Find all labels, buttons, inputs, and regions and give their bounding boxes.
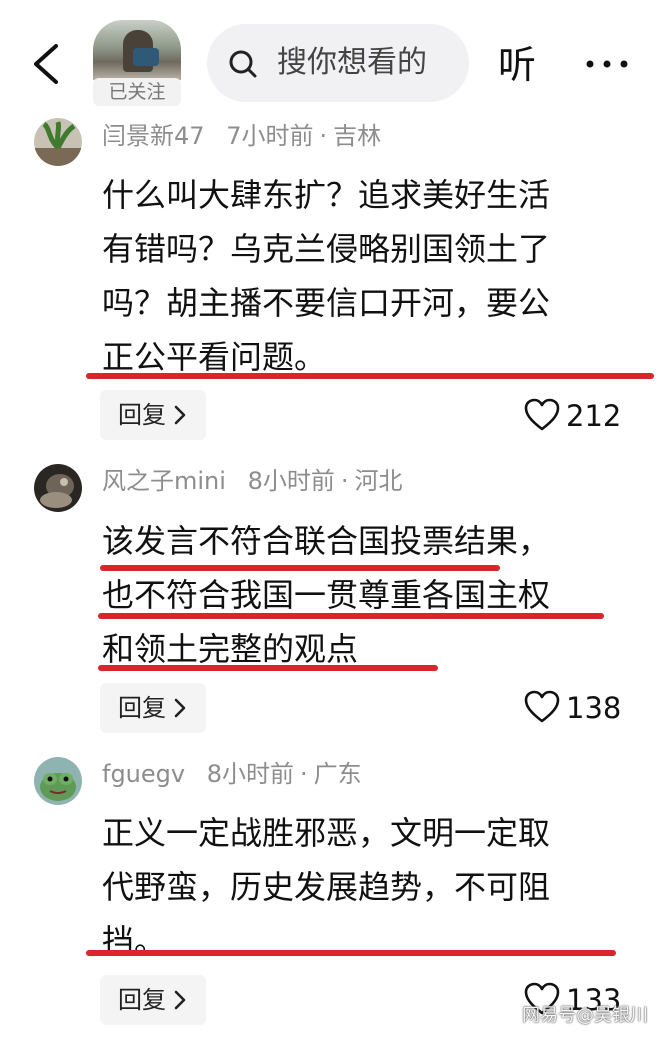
timestamp: 7小时前 [226, 122, 314, 150]
comment-body: 正义一定战胜邪恶，文明一定取 代野蛮，历史发展趋势，不可阻 挡。 [102, 806, 622, 968]
username[interactable]: fguegv [102, 760, 185, 788]
chevron-right-icon [174, 990, 186, 1010]
heart-icon [524, 690, 560, 723]
author-avatar-group[interactable]: 已关注 [93, 20, 181, 106]
timestamp: 8小时前 [247, 467, 335, 495]
chevron-left-icon[interactable] [24, 40, 68, 88]
reply-button[interactable]: 回复 [100, 975, 206, 1025]
comment-line: 什么叫大肆东扩？追求美好生活 [102, 176, 551, 214]
follow-status-badge[interactable]: 已关注 [93, 78, 181, 106]
timestamp: 8小时前 [206, 760, 295, 788]
comment-line: 挡。 [102, 922, 167, 960]
chevron-right-icon [174, 698, 186, 718]
chevron-right-icon [174, 405, 186, 425]
reply-button[interactable]: 回复 [100, 390, 206, 440]
username[interactable]: 风之子mini [102, 467, 226, 495]
location: 河北 [354, 467, 403, 495]
highlight-underline [98, 665, 438, 671]
location: 吉林 [333, 122, 382, 150]
comment-meta: 风之子mini 8小时前 · 河北 [102, 467, 403, 495]
comment-meta: 闫景新47 7小时前 · 吉林 [102, 122, 382, 150]
reply-label: 回复 [118, 401, 166, 429]
search-input[interactable]: 搜你想看的 [207, 24, 469, 102]
comment-line: 吗？胡主播不要信口开河，要公 [102, 284, 551, 322]
comment-meta: fguegv 8小时前 · 广东 [102, 760, 362, 788]
user-avatar[interactable] [34, 464, 82, 512]
highlight-underline [100, 565, 500, 571]
location: 广东 [313, 760, 362, 788]
comment-line: 有错吗？乌克兰侵略别国领土了 [102, 230, 551, 268]
like-count: 138 [566, 691, 622, 725]
reply-label: 回复 [118, 986, 166, 1014]
highlight-underline [98, 613, 604, 619]
like-button[interactable]: 138 [524, 688, 634, 728]
comment-line: 该发言不符合联合国投票结果， [102, 522, 551, 560]
highlight-underline [86, 373, 654, 379]
comment-body: 该发言不符合联合国投票结果， 也不符合我国一贯尊重各国主权 和领土完整的观点 [102, 514, 622, 676]
like-button[interactable]: 212 [524, 396, 634, 436]
search-icon [229, 50, 257, 78]
listen-button[interactable]: 听 [498, 40, 536, 90]
reply-button[interactable]: 回复 [100, 683, 206, 733]
highlight-underline [86, 950, 616, 956]
author-avatar[interactable] [93, 20, 181, 80]
top-bar: 已关注 搜你想看的 听 [0, 0, 660, 110]
comment-body: 什么叫大肆东扩？追求美好生活 有错吗？乌克兰侵略别国领土了 吗？胡主播不要信口开… [102, 168, 622, 384]
reply-label: 回复 [118, 694, 166, 722]
comment-line: 代野蛮，历史发展趋势，不可阻 [102, 868, 551, 906]
username[interactable]: 闫景新47 [102, 122, 205, 150]
heart-icon [524, 398, 560, 431]
like-count: 212 [566, 399, 622, 433]
watermark: 网易号@吴银川 [522, 1005, 648, 1026]
user-avatar[interactable] [34, 757, 82, 805]
more-dots-icon[interactable] [582, 44, 632, 84]
user-avatar[interactable] [34, 118, 82, 166]
search-placeholder: 搜你想看的 [277, 45, 427, 80]
comment-line: 正义一定战胜邪恶，文明一定取 [102, 814, 551, 852]
